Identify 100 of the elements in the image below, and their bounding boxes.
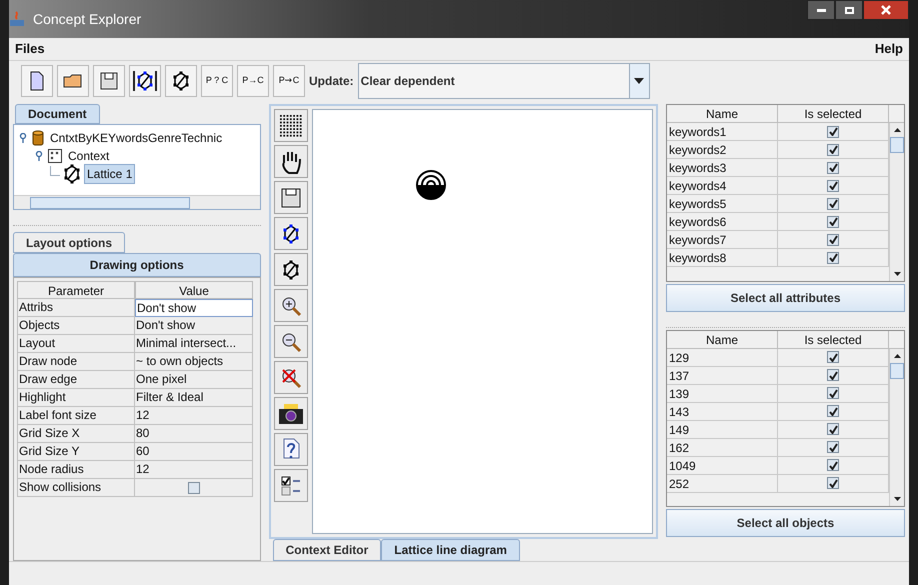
lattice-button[interactable]: [274, 217, 308, 250]
window-title: Concept Explorer: [33, 10, 142, 29]
table-cell: Highlight: [17, 389, 135, 407]
scroll-thumb[interactable]: [890, 137, 904, 153]
tab[interactable]: Drawing options: [13, 253, 261, 277]
scrollbar[interactable]: [889, 123, 904, 280]
column-header[interactable]: Is selected: [778, 105, 889, 123]
save-button[interactable]: [93, 64, 125, 96]
table-cell: 149: [667, 420, 778, 438]
column-header[interactable]: Name: [667, 330, 778, 348]
dot-grid-icon: [278, 114, 303, 138]
tree-item[interactable]: Lattice 1: [84, 164, 136, 184]
help-icon: [280, 438, 301, 462]
checkbox[interactable]: [827, 216, 839, 228]
checkbox[interactable]: [827, 198, 839, 210]
table-cell: Objects: [17, 317, 135, 335]
lattice-icon: [282, 224, 299, 244]
reset-zoom-button[interactable]: [274, 361, 308, 394]
update-label: Update:: [309, 72, 354, 90]
table-cell: Don't show: [135, 317, 253, 335]
scroll-thumb[interactable]: [30, 196, 190, 208]
select-all-attributes-button[interactable]: Select all attributes: [666, 284, 905, 312]
open-folder-button[interactable]: [57, 64, 89, 96]
lattice-icon: [173, 70, 189, 90]
scroll-thumb[interactable]: [890, 362, 904, 378]
select-all-objects-button[interactable]: Select all objects: [666, 509, 905, 537]
checklist-button[interactable]: [274, 469, 308, 502]
table-cell: keywords4: [667, 177, 778, 195]
checkbox[interactable]: [827, 351, 839, 363]
lattice-button[interactable]: [165, 64, 197, 96]
implication-button[interactable]: P⇝C: [273, 64, 305, 96]
table-cell: 12: [135, 407, 253, 425]
zoom-out-button[interactable]: [274, 325, 308, 358]
column-header[interactable]: Parameter: [17, 281, 135, 299]
tab[interactable]: Lattice line diagram: [381, 539, 520, 561]
table-cell: Grid Size Y: [17, 443, 135, 461]
checkbox[interactable]: [827, 477, 839, 489]
table-cell: Draw node: [17, 353, 135, 371]
cross-table-icon: [48, 149, 62, 163]
table-cell: Node radius: [17, 461, 135, 479]
column-header[interactable]: Value: [135, 281, 253, 299]
table-cell: 143: [667, 402, 778, 420]
menu-item[interactable]: Help: [874, 39, 903, 59]
new-file-button[interactable]: [21, 64, 53, 96]
table-cell: 139: [667, 384, 778, 402]
hand-tool-button[interactable]: [274, 145, 308, 178]
save-button[interactable]: [274, 181, 308, 214]
tab[interactable]: Layout options: [13, 232, 125, 253]
table-cell: keywords6: [667, 213, 778, 231]
maximize-icon: [844, 6, 854, 14]
implication-button[interactable]: P→C: [237, 64, 269, 96]
lattice-icon: [282, 260, 299, 280]
table-cell: Show collisions: [17, 479, 135, 497]
input-field[interactable]: Don't show: [135, 299, 253, 317]
crossed-magnifier-icon: [280, 366, 302, 388]
document-icon: [30, 70, 44, 90]
checkbox[interactable]: [188, 482, 200, 494]
tab[interactable]: Document: [15, 104, 100, 124]
checkbox[interactable]: [827, 423, 839, 435]
column-header[interactable]: Name: [667, 105, 778, 123]
checkbox[interactable]: [827, 180, 839, 192]
menu-item[interactable]: Files: [15, 39, 45, 59]
horizontal-scrollbar[interactable]: [14, 195, 260, 209]
concept-node-icon: [416, 170, 446, 200]
minimize-button[interactable]: [807, 0, 835, 20]
tree-item[interactable]: Context: [66, 147, 112, 165]
checkbox[interactable]: [827, 144, 839, 156]
checkbox[interactable]: [827, 252, 839, 264]
update-dropdown[interactable]: Clear dependent: [358, 62, 650, 98]
close-button[interactable]: [863, 0, 909, 20]
grid-button[interactable]: [274, 109, 308, 142]
lattice-frame-button[interactable]: [129, 64, 161, 96]
camera-icon: [278, 402, 304, 424]
lattice-button[interactable]: [274, 253, 308, 286]
scrollbar[interactable]: [889, 348, 904, 506]
expand-handle-icon[interactable]: [34, 151, 44, 161]
checkbox[interactable]: [827, 369, 839, 381]
tab[interactable]: Context Editor: [272, 539, 382, 561]
checkbox[interactable]: [827, 405, 839, 417]
checkbox[interactable]: [827, 441, 839, 453]
database-icon: [32, 130, 44, 146]
checkbox[interactable]: [827, 234, 839, 246]
zoom-in-button[interactable]: [274, 289, 308, 322]
checkbox[interactable]: [827, 162, 839, 174]
table-cell: Label font size: [17, 407, 135, 425]
maximize-button[interactable]: [835, 0, 863, 20]
expand-handle-icon[interactable]: [18, 133, 28, 143]
close-icon: [881, 5, 891, 15]
checkbox[interactable]: [827, 459, 839, 471]
column-header[interactable]: Is selected: [778, 330, 889, 348]
table-cell: 252: [667, 474, 778, 492]
help-button[interactable]: [274, 433, 308, 466]
camera-button[interactable]: [274, 397, 308, 430]
checkbox[interactable]: [827, 126, 839, 138]
table-cell: Grid Size X: [17, 425, 135, 443]
tree-item[interactable]: CntxtByKEYwordsGenreTechnic: [48, 129, 224, 147]
implication-button[interactable]: P ? C: [201, 64, 233, 96]
lattice-icon: [64, 164, 80, 184]
table-cell: One pixel: [135, 371, 253, 389]
checkbox[interactable]: [827, 387, 839, 399]
